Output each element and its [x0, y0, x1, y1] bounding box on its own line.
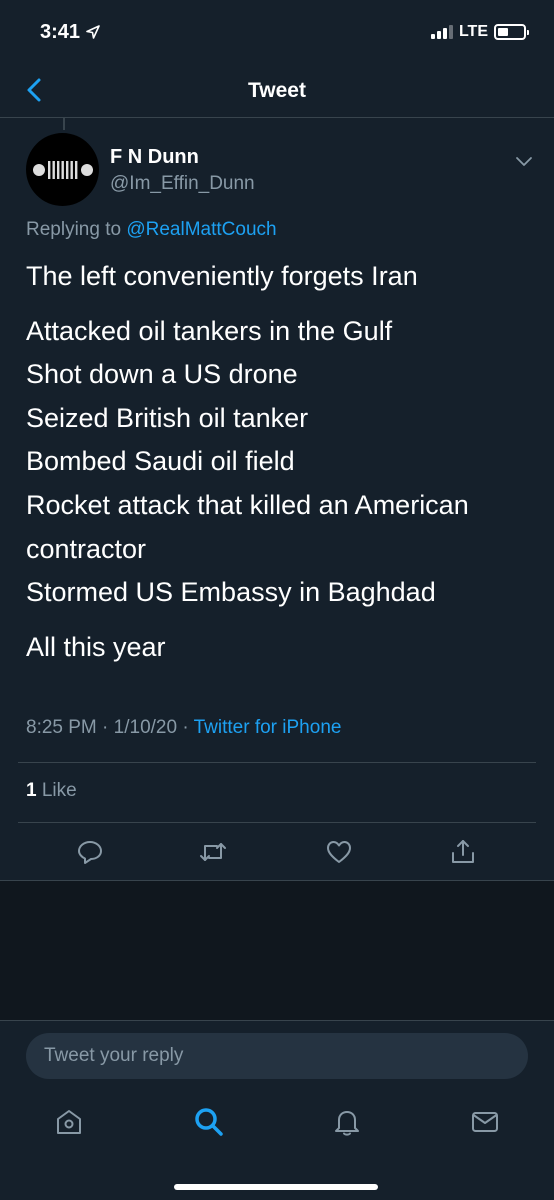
likes-count: 1 [26, 780, 37, 801]
tab-notifications[interactable] [330, 1105, 364, 1139]
chevron-down-icon [516, 157, 532, 166]
tweet-line: Rocket attack that killed an American co… [26, 489, 469, 564]
tweet-line: Stormed US Embassy in Baghdad [26, 577, 436, 608]
status-bar: 3:41 LTE [0, 0, 554, 64]
share-icon [452, 840, 474, 863]
nav-bar: Tweet [0, 64, 554, 118]
home-indicator [174, 1184, 378, 1190]
tweet-line: The left conveniently forgets Iran [26, 261, 418, 291]
tweet-header: F N Dunn @Im_Effin_Dunn [26, 133, 536, 213]
like-button[interactable] [323, 836, 355, 868]
likes-summary[interactable]: 1 Like [26, 780, 77, 802]
divider [18, 762, 536, 763]
page-title: Tweet [248, 78, 306, 102]
tweet-line: Attacked oil tankers in the Gulf [26, 315, 393, 346]
location-arrow-icon [86, 25, 100, 39]
replying-prefix: Replying to [26, 219, 122, 240]
home-icon [57, 1110, 81, 1134]
retweet-icon [200, 843, 226, 861]
tweet-date: 1/10/20 [113, 717, 178, 738]
tweet-meta: 8:25 PM · 1/10/20 · Twitter for iPhone [26, 717, 341, 739]
tweet-line: All this year [26, 631, 166, 662]
tweet-time: 8:25 PM [26, 717, 97, 738]
empty-replies-area [0, 880, 554, 1020]
tab-home[interactable] [52, 1105, 86, 1139]
reply-button[interactable] [74, 836, 106, 868]
meta-separator: · [102, 717, 114, 738]
bottom-panel: Tweet your reply [0, 1020, 554, 1200]
author-name[interactable]: F N Dunn [110, 146, 199, 169]
author-handle[interactable]: @Im_Effin_Dunn [110, 173, 255, 195]
mail-icon [472, 1112, 498, 1132]
avatar[interactable] [26, 133, 99, 206]
chevron-left-icon [27, 78, 41, 102]
status-indicators: LTE [430, 23, 529, 41]
thread-connector [63, 118, 65, 130]
tweet-actions [0, 824, 554, 880]
reply-input[interactable]: Tweet your reply [26, 1033, 528, 1079]
signal-icon [430, 25, 453, 39]
tweet-line: Bombed Saudi oil field [26, 446, 295, 477]
search-icon [195, 1108, 223, 1136]
tab-bar [0, 1101, 554, 1151]
battery-icon [494, 24, 529, 40]
comment-icon [78, 841, 102, 864]
tweet-line: Shot down a US drone [26, 359, 298, 390]
back-button[interactable] [18, 74, 50, 106]
tab-messages[interactable] [468, 1105, 502, 1139]
divider [18, 822, 536, 823]
likes-label: Like [41, 780, 77, 801]
tab-search[interactable] [192, 1105, 226, 1139]
replying-to: Replying to @RealMattCouch [26, 219, 277, 241]
tweet-source-link[interactable]: Twitter for iPhone [194, 717, 342, 738]
more-options-button[interactable] [512, 149, 536, 173]
status-time-text: 3:41 [40, 20, 81, 43]
share-button[interactable] [447, 836, 479, 868]
tweet-text: The left conveniently forgets Iran Attac… [26, 255, 526, 669]
meta-separator: · [182, 717, 194, 738]
bell-icon [335, 1111, 359, 1136]
retweet-button[interactable] [197, 836, 229, 868]
heart-icon [327, 841, 351, 863]
status-time: 3:41 [40, 21, 100, 44]
tweet-line: Seized British oil tanker [26, 402, 309, 433]
network-label: LTE [458, 23, 488, 40]
replying-mention-link[interactable]: @RealMattCouch [126, 219, 276, 240]
jeep-grille-icon [32, 160, 93, 179]
